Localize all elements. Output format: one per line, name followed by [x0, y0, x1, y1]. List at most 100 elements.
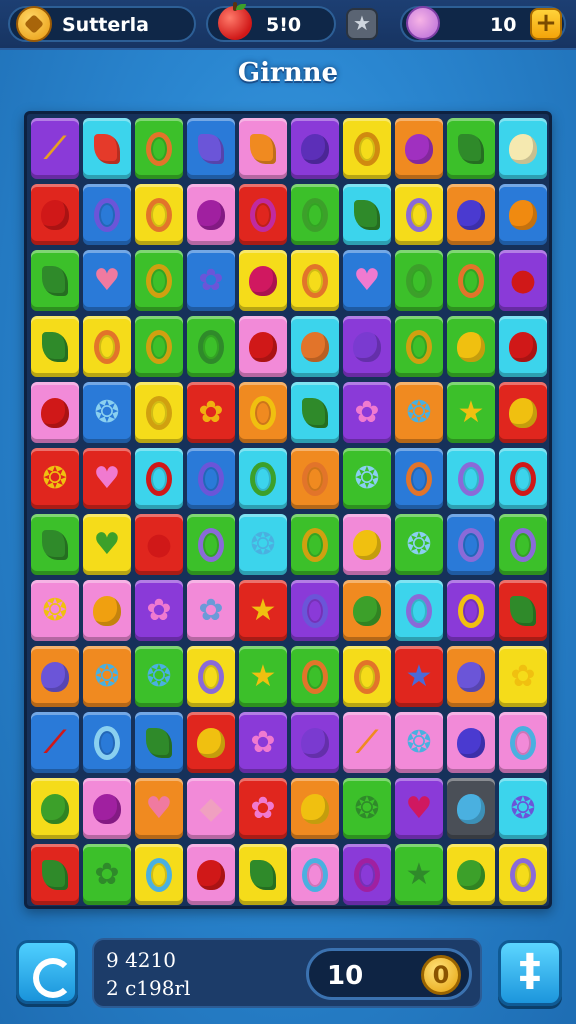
board-tile[interactable] — [447, 844, 495, 905]
board-tile[interactable] — [291, 316, 339, 377]
board-tile[interactable] — [83, 118, 131, 179]
board-tile[interactable] — [31, 316, 79, 377]
board-tile[interactable] — [447, 580, 495, 641]
board-tile[interactable] — [135, 316, 183, 377]
board-tile[interactable] — [135, 184, 183, 245]
board-tile[interactable]: ★ — [447, 382, 495, 443]
board-tile[interactable]: ✿ — [135, 580, 183, 641]
board-tile[interactable] — [447, 778, 495, 839]
board-tile[interactable] — [83, 712, 131, 773]
board-tile[interactable] — [499, 580, 547, 641]
board-tile[interactable] — [499, 844, 547, 905]
board-tile[interactable] — [239, 448, 287, 509]
star-badge-icon[interactable]: ★ — [346, 8, 378, 40]
board-tile[interactable] — [187, 118, 235, 179]
player-panel[interactable]: Sutterla — [8, 6, 196, 42]
board-tile[interactable]: ❂ — [395, 514, 443, 575]
board-tile[interactable] — [499, 316, 547, 377]
board-tile[interactable] — [135, 448, 183, 509]
board-tile[interactable] — [395, 316, 443, 377]
board-tile[interactable] — [499, 514, 547, 575]
board-tile[interactable]: ★ — [395, 646, 443, 707]
board-tile[interactable]: ● — [135, 514, 183, 575]
board-tile[interactable] — [447, 646, 495, 707]
board-tile[interactable]: ● — [499, 250, 547, 311]
board-tile[interactable] — [239, 844, 287, 905]
board-tile[interactable]: ✿ — [187, 250, 235, 311]
board-tile[interactable]: ❂ — [31, 448, 79, 509]
board-tile[interactable]: ★ — [239, 646, 287, 707]
board-tile[interactable]: ❂ — [343, 778, 391, 839]
board-tile[interactable] — [291, 580, 339, 641]
board-tile[interactable]: ❂ — [343, 448, 391, 509]
board-tile[interactable] — [83, 184, 131, 245]
board-tile[interactable] — [239, 118, 287, 179]
board-tile[interactable]: ◆ — [187, 778, 235, 839]
board-tile[interactable]: ❂ — [83, 646, 131, 707]
board-tile[interactable] — [343, 514, 391, 575]
board-tile[interactable] — [187, 712, 235, 773]
board-tile[interactable] — [395, 250, 443, 311]
board-tile[interactable] — [135, 382, 183, 443]
board-tile[interactable]: ✿ — [187, 382, 235, 443]
board-tile[interactable] — [395, 580, 443, 641]
board-tile[interactable] — [135, 712, 183, 773]
board-tile[interactable] — [135, 844, 183, 905]
board-tile[interactable]: ♥ — [395, 778, 443, 839]
board-tile[interactable]: ⟋ — [31, 118, 79, 179]
board-tile[interactable] — [395, 448, 443, 509]
board-tile[interactable]: ♥ — [83, 514, 131, 575]
board-tile[interactable]: ❂ — [239, 514, 287, 575]
board-tile[interactable]: ✿ — [239, 712, 287, 773]
board-tile[interactable] — [291, 382, 339, 443]
board-tile[interactable] — [343, 118, 391, 179]
board-tile[interactable] — [291, 448, 339, 509]
board-tile[interactable] — [395, 118, 443, 179]
board-tile[interactable] — [31, 250, 79, 311]
board-tile[interactable] — [83, 316, 131, 377]
board-tile[interactable]: ♥ — [343, 250, 391, 311]
board-tile[interactable]: ❂ — [395, 712, 443, 773]
board-tile[interactable] — [499, 448, 547, 509]
board-tile[interactable]: ✿ — [239, 778, 287, 839]
board-tile[interactable] — [31, 514, 79, 575]
board-tile[interactable] — [31, 646, 79, 707]
board-tile[interactable] — [31, 778, 79, 839]
refresh-button[interactable] — [16, 940, 78, 1004]
board-tile[interactable] — [291, 712, 339, 773]
board-tile[interactable] — [343, 580, 391, 641]
add-lives-button[interactable]: + — [530, 8, 562, 40]
board-tile[interactable] — [291, 118, 339, 179]
board-tile[interactable] — [343, 844, 391, 905]
add-button[interactable]: ‡ — [498, 940, 562, 1006]
board-tile[interactable] — [291, 514, 339, 575]
board-tile[interactable] — [343, 646, 391, 707]
board-tile[interactable] — [83, 580, 131, 641]
board-tile[interactable] — [499, 118, 547, 179]
board-tile[interactable] — [187, 184, 235, 245]
board-tile[interactable]: ❂ — [135, 646, 183, 707]
board-tile[interactable] — [187, 646, 235, 707]
board-tile[interactable]: ★ — [239, 580, 287, 641]
board-tile[interactable] — [499, 382, 547, 443]
board-tile[interactable]: ❂ — [395, 382, 443, 443]
board-tile[interactable]: ❂ — [499, 778, 547, 839]
board-tile[interactable] — [291, 646, 339, 707]
board-tile[interactable] — [187, 448, 235, 509]
board-tile[interactable] — [31, 184, 79, 245]
board-tile[interactable] — [239, 184, 287, 245]
board-tile[interactable]: ❂ — [31, 580, 79, 641]
board-tile[interactable]: ♥ — [83, 250, 131, 311]
board-tile[interactable] — [239, 382, 287, 443]
board-tile[interactable]: ✿ — [187, 580, 235, 641]
board-tile[interactable]: ❂ — [83, 382, 131, 443]
board-tile[interactable] — [343, 184, 391, 245]
board-tile[interactable]: ✿ — [343, 382, 391, 443]
board-tile[interactable] — [83, 778, 131, 839]
board-tile[interactable] — [499, 712, 547, 773]
board-tile[interactable] — [395, 184, 443, 245]
board-tile[interactable] — [187, 316, 235, 377]
board-tile[interactable] — [343, 316, 391, 377]
board-tile[interactable]: ⟋ — [31, 712, 79, 773]
board-tile[interactable] — [31, 382, 79, 443]
